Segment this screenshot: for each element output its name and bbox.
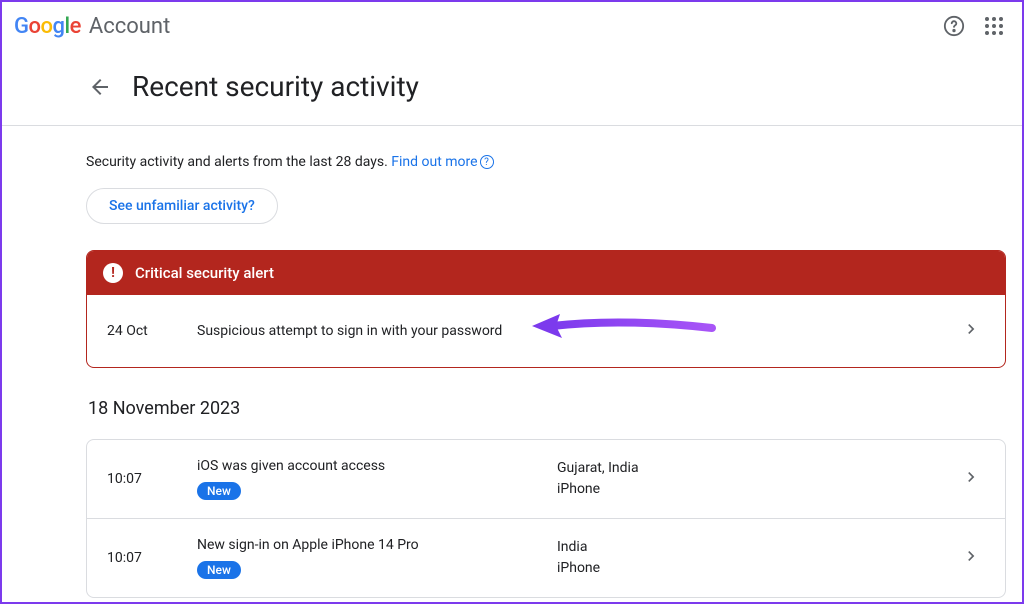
apps-icon[interactable] (982, 14, 1006, 38)
alert-banner: ! Critical security alert (87, 251, 1005, 295)
logo-area: Google Account (14, 14, 170, 39)
section-date-heading: 18 November 2023 (86, 398, 1006, 419)
alert-date: 24 Oct (107, 323, 197, 339)
google-logo: Google (14, 14, 81, 39)
title-row: Recent security activity (2, 50, 1022, 125)
chevron-right-icon (961, 467, 985, 491)
event-title: New sign-in on Apple iPhone 14 Pro (197, 537, 557, 553)
description-text: Security activity and alerts from the la… (86, 154, 391, 170)
alert-banner-label: Critical security alert (135, 264, 274, 282)
event-row[interactable]: 10:07 iOS was given account access New G… (87, 440, 1005, 519)
event-left: iOS was given account access New (197, 458, 557, 500)
event-title: iOS was given account access (197, 458, 557, 474)
help-inline-icon[interactable]: ? (480, 155, 494, 169)
back-button[interactable] (88, 75, 112, 99)
chevron-right-icon (961, 546, 985, 570)
event-row[interactable]: 10:07 New sign-in on Apple iPhone 14 Pro… (87, 519, 1005, 597)
alert-text: Suspicious attempt to sign in with your … (197, 323, 961, 339)
main-content: Security activity and alerts from the la… (2, 126, 1022, 598)
event-right: Gujarat, India iPhone (557, 458, 639, 500)
event-location: India (557, 537, 600, 558)
event-left: New sign-in on Apple iPhone 14 Pro New (197, 537, 557, 579)
header-actions (942, 14, 1006, 38)
app-header: Google Account (2, 2, 1022, 50)
account-label: Account (89, 14, 170, 39)
alert-icon: ! (103, 263, 123, 283)
events-card: 10:07 iOS was given account access New G… (86, 439, 1006, 598)
unfamiliar-activity-button[interactable]: See unfamiliar activity? (86, 188, 278, 224)
chevron-right-icon (961, 319, 985, 343)
event-time: 10:07 (107, 471, 197, 487)
page-title: Recent security activity (132, 70, 419, 103)
alert-row[interactable]: 24 Oct Suspicious attempt to sign in wit… (87, 295, 1005, 367)
find-out-more-link[interactable]: Find out more (391, 154, 477, 170)
event-device: iPhone (557, 558, 600, 579)
event-time: 10:07 (107, 550, 197, 566)
event-right: India iPhone (557, 537, 600, 579)
description-row: Security activity and alerts from the la… (86, 154, 1006, 170)
new-badge: New (197, 561, 241, 579)
critical-alert-card: ! Critical security alert 24 Oct Suspici… (86, 250, 1006, 368)
event-main: New sign-in on Apple iPhone 14 Pro New I… (197, 537, 961, 579)
event-device: iPhone (557, 479, 639, 500)
event-location: Gujarat, India (557, 458, 639, 479)
help-icon[interactable] (942, 14, 966, 38)
event-main: iOS was given account access New Gujarat… (197, 458, 961, 500)
new-badge: New (197, 482, 241, 500)
